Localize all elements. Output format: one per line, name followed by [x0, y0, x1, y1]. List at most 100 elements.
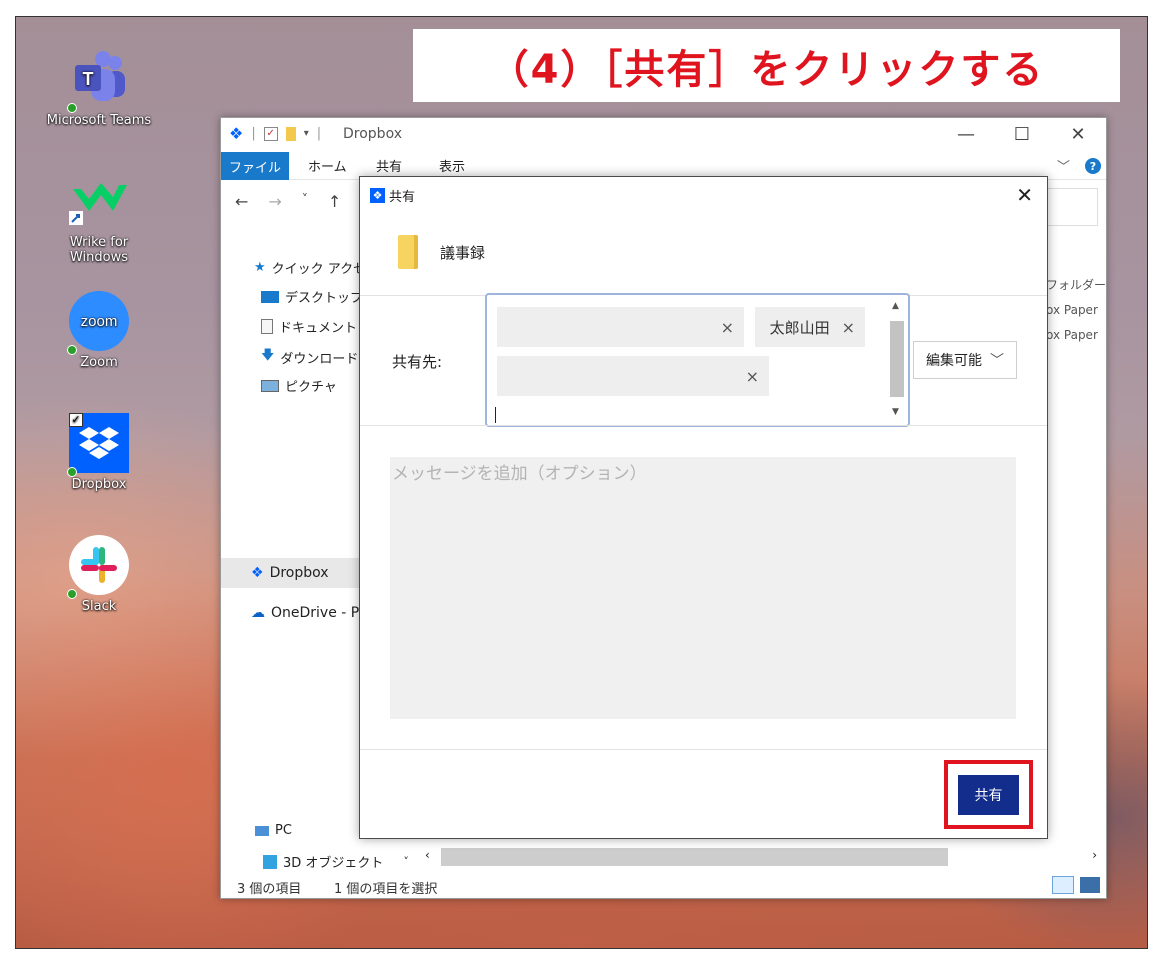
remove-recipient-button[interactable]: ×	[746, 367, 759, 386]
close-button[interactable]: ✕	[1050, 118, 1106, 150]
dropbox-icon: ❖	[251, 565, 264, 581]
sidebar-item-desktop[interactable]: デスクトップ	[261, 287, 363, 306]
cube-icon	[263, 854, 277, 869]
picture-icon	[261, 379, 279, 392]
horizontal-scrollbar[interactable]: ‹ ›	[425, 848, 1101, 866]
folder-icon[interactable]	[285, 126, 296, 141]
chevron-down-icon: ﹀	[990, 353, 1004, 369]
desktop-icon-label: Microsoft Teams	[46, 113, 152, 128]
sidebar-item-label: ピクチャ	[285, 380, 337, 395]
maximize-button[interactable]: ☐	[994, 118, 1050, 150]
message-placeholder: メッセージを追加（オプション）	[392, 464, 647, 484]
scrollbar-thumb[interactable]	[441, 848, 948, 866]
recipient-name: 太郎山田	[769, 318, 830, 337]
navigation-buttons: ← → ˅ ↑	[235, 192, 341, 211]
sidebar-item-pc[interactable]: PC	[255, 823, 292, 838]
ribbon-collapse-icon[interactable]: ﹀	[1057, 156, 1070, 175]
recent-locations-button[interactable]: ˅	[302, 192, 308, 211]
recipients-scrollbar[interactable]: ▲ ▼	[888, 299, 906, 421]
dropbox-icon: ❖	[229, 124, 244, 143]
search-box[interactable]	[1046, 188, 1098, 226]
folder-icon	[398, 235, 418, 269]
cloud-icon: ☁	[251, 605, 265, 621]
scroll-right-icon[interactable]: ›	[1092, 848, 1097, 862]
tab-file[interactable]: ファイル	[221, 152, 289, 180]
share-to-label: 共有先:	[392, 353, 443, 371]
desktop-icon-label: Slack	[81, 599, 117, 614]
permission-dropdown[interactable]: 編集可能 ﹀	[913, 341, 1017, 379]
desktop-icon-slack[interactable]: Slack	[44, 535, 154, 614]
dialog-close-button[interactable]: ✕	[1016, 183, 1033, 207]
window-title: Dropbox	[343, 126, 402, 142]
star-icon: ★	[254, 260, 266, 275]
sidebar-item-label: Dropbox	[269, 565, 329, 581]
share-button[interactable]: 共有	[958, 775, 1019, 815]
status-bar: 3 個の項目 1 個の項目を選択	[221, 872, 1106, 898]
download-arrow-icon: 🡇	[261, 348, 275, 363]
sidebar-item-dropbox[interactable]: ❖ Dropbox	[221, 558, 361, 588]
scroll-up-icon[interactable]: ▲	[892, 301, 899, 311]
divider	[360, 425, 1047, 426]
dropbox-icon: ✓	[67, 413, 129, 477]
large-icons-view-icon[interactable]	[1080, 877, 1100, 893]
wrike-icon	[69, 171, 129, 231]
sidebar-item-onedrive[interactable]: ☁ OneDrive - P	[251, 605, 359, 621]
desktop-icon-wrike[interactable]: Wrike for Windows	[44, 171, 154, 265]
share-dialog: ❖ 共有 ✕ 議事録 共有先: × 太郎山田 × × ▲ ▼ 編集可能 ﹀ メッ…	[359, 176, 1048, 839]
quick-access-toolbar: ❖ | ✓ ▾ |	[229, 124, 322, 143]
document-icon	[261, 319, 273, 334]
message-textarea[interactable]: メッセージを追加（オプション）	[390, 457, 1016, 719]
divider	[360, 749, 1047, 750]
up-button[interactable]: ↑	[328, 192, 341, 211]
sidebar-item-label: OneDrive - P	[271, 605, 360, 621]
qat-dropdown-icon[interactable]: ▾	[304, 128, 309, 139]
instruction-banner: （4）［共有］をクリックする	[413, 29, 1120, 102]
explorer-title-bar: ❖ | ✓ ▾ | Dropbox — ☐ ✕	[221, 118, 1106, 152]
minimize-button[interactable]: —	[938, 118, 994, 150]
details-view-icon[interactable]	[1052, 876, 1074, 894]
sidebar-item-label: ドキュメント	[279, 321, 358, 336]
scroll-down-icon[interactable]: ▼	[892, 407, 899, 417]
desktop-icon-dropbox[interactable]: ✓ Dropbox	[44, 413, 154, 492]
tab-share[interactable]: 共有	[376, 156, 402, 175]
back-button[interactable]: ←	[235, 192, 248, 211]
sidebar-item-label: PC	[275, 823, 292, 838]
instruction-text: （4）［共有］をクリックする	[488, 46, 1045, 93]
file-item[interactable]: ox Paper	[1046, 328, 1098, 342]
remove-recipient-button[interactable]: ×	[842, 318, 855, 337]
forward-button[interactable]: →	[268, 192, 281, 211]
zoom-icon: zoom	[67, 291, 129, 355]
desktop-icon-teams[interactable]: T Microsoft Teams	[44, 49, 154, 128]
desktop-icon-label: Zoom	[80, 355, 118, 370]
remove-recipient-button[interactable]: ×	[721, 318, 734, 337]
pc-icon	[255, 825, 269, 836]
desktop-icon-zoom[interactable]: zoom Zoom	[44, 291, 154, 370]
desktop-icon-label: Wrike for Windows	[69, 235, 129, 265]
help-icon[interactable]: ?	[1085, 158, 1101, 174]
dropbox-icon: ❖	[370, 188, 385, 203]
chevron-down-icon[interactable]: ˅	[403, 855, 409, 868]
desktop-folder-icon	[261, 290, 279, 303]
permission-value: 編集可能	[926, 353, 982, 369]
tab-view[interactable]: 表示	[439, 156, 465, 175]
tab-home[interactable]: ホーム	[308, 156, 347, 175]
sidebar-item-3d-objects[interactable]: 3D オブジェクト ˅	[263, 852, 409, 871]
selection-count: 1 個の項目を選択	[334, 882, 438, 897]
column-header[interactable]: フォルダー	[1046, 276, 1106, 293]
scroll-left-icon[interactable]: ‹	[425, 848, 430, 862]
folder-name: 議事録	[440, 243, 486, 262]
shared-folder-header: 議事録	[398, 235, 485, 269]
file-item[interactable]: ox Paper	[1046, 303, 1098, 317]
scrollbar-thumb[interactable]	[890, 321, 904, 397]
desktop-icon-label: Dropbox	[71, 477, 127, 492]
recipients-input[interactable]: × 太郎山田 × × ▲ ▼	[485, 293, 910, 427]
item-count: 3 個の項目	[237, 882, 302, 897]
properties-icon[interactable]: ✓	[263, 126, 278, 141]
sidebar-item-label: ダウンロード	[280, 351, 359, 367]
sidebar-item-documents[interactable]: ドキュメント	[261, 317, 357, 336]
sidebar-item-downloads[interactable]: 🡇 ダウンロード	[261, 346, 358, 368]
recipient-chip: ×	[497, 356, 769, 396]
sidebar-item-pictures[interactable]: ピクチャ	[261, 376, 337, 395]
dialog-title-bar: ❖ 共有	[370, 186, 415, 205]
teams-icon: T	[67, 49, 129, 113]
